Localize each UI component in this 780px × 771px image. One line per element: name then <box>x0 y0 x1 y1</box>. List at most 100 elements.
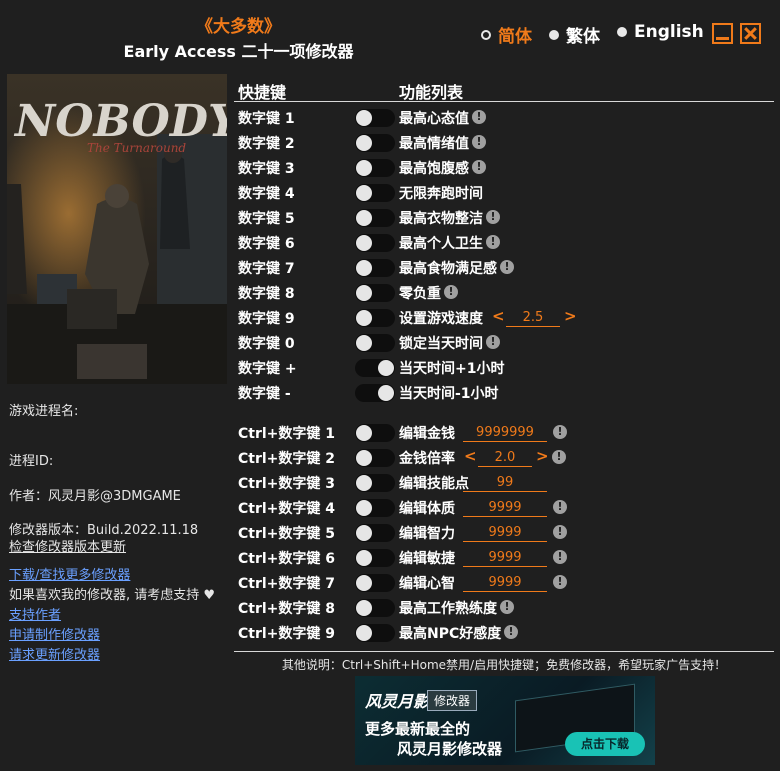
cheat-toggle[interactable] <box>355 624 395 642</box>
download-more-link[interactable]: 下载/查找更多修改器 <box>9 564 130 583</box>
value-input[interactable]: 2.0 <box>478 449 532 467</box>
info-icon[interactable]: ! <box>553 425 567 439</box>
value-input[interactable]: 9999 <box>463 499 547 517</box>
ad-headline: 更多最新最全的 <box>365 720 471 738</box>
cheat-row: Ctrl+数字键 7 编辑心智 9999! <box>238 571 778 595</box>
info-icon[interactable]: ! <box>553 550 567 564</box>
hotkey-label: 数字键 3 <box>238 161 295 177</box>
lang-english[interactable]: English <box>617 22 704 42</box>
toggle-knob <box>356 285 372 301</box>
value-input[interactable]: 9999 <box>463 524 547 542</box>
info-icon[interactable]: ! <box>486 235 500 249</box>
info-icon[interactable]: ! <box>553 500 567 514</box>
value-input[interactable]: 9999999 <box>463 424 547 442</box>
cheat-row: 数字键 2 最高情绪值! <box>238 131 778 155</box>
cheat-row: 数字键 8 零负重! <box>238 281 778 305</box>
toggle-knob <box>356 335 372 351</box>
cheat-row: 数字键 1 最高心态值! <box>238 106 778 130</box>
ad-logo: 风灵月影 <box>365 692 430 711</box>
cheat-function-label: 最高衣物整洁 <box>399 211 483 227</box>
cheat-toggle[interactable] <box>355 549 395 567</box>
cheat-toggle[interactable] <box>355 159 395 177</box>
toggle-knob <box>356 135 372 151</box>
hotkey-label: 数字键 9 <box>238 311 295 327</box>
value-input[interactable]: 9999 <box>463 574 547 592</box>
cheat-toggle[interactable] <box>355 359 395 377</box>
info-icon[interactable]: ! <box>486 335 500 349</box>
info-icon[interactable]: ! <box>472 135 486 149</box>
decrease-arrow-icon[interactable]: < <box>464 447 477 465</box>
cheat-function-label: 锁定当天时间 <box>399 336 483 352</box>
info-icon[interactable]: ! <box>500 260 514 274</box>
cheat-row: 数字键 + 当天时间+1小时 <box>238 356 778 380</box>
info-icon[interactable]: ! <box>552 450 566 464</box>
request-update-link[interactable]: 请求更新修改器 <box>9 644 100 663</box>
info-icon[interactable]: ! <box>472 160 486 174</box>
toggle-knob <box>356 575 372 591</box>
lang-simplified[interactable]: 简体 <box>481 22 532 47</box>
toggle-knob <box>356 425 372 441</box>
cheat-toggle[interactable] <box>355 449 395 467</box>
increase-arrow-icon[interactable]: > <box>564 307 577 325</box>
cheat-toggle[interactable] <box>355 109 395 127</box>
info-icon[interactable]: ! <box>444 285 458 299</box>
cheat-function-label: 编辑体质 <box>399 501 455 517</box>
ad-banner[interactable]: 风灵月影 修改器 更多最新最全的 风灵月影修改器 点击下载 <box>355 676 655 765</box>
cheat-toggle[interactable] <box>355 524 395 542</box>
cheat-toggle[interactable] <box>355 474 395 492</box>
radio-icon <box>617 27 627 37</box>
hotkey-label: 数字键 4 <box>238 186 295 202</box>
info-icon[interactable]: ! <box>472 110 486 124</box>
hotkey-label: 数字键 8 <box>238 286 295 302</box>
cheat-row: 数字键 4 无限奔跑时间 <box>238 181 778 205</box>
hotkey-label: 数字键 0 <box>238 336 295 352</box>
cheat-toggle[interactable] <box>355 499 395 517</box>
cheat-function-label: 编辑心智 <box>399 576 455 592</box>
cheat-toggle[interactable] <box>355 184 395 202</box>
cheat-function-label: 最高工作熟练度 <box>399 601 497 617</box>
value-input[interactable]: 9999 <box>463 549 547 567</box>
cheat-toggle[interactable] <box>355 234 395 252</box>
cheat-toggle[interactable] <box>355 209 395 227</box>
cheat-toggle[interactable] <box>355 259 395 277</box>
cheat-toggle[interactable] <box>355 284 395 302</box>
info-icon[interactable]: ! <box>500 600 514 614</box>
value-input[interactable]: 2.5 <box>506 309 560 327</box>
increase-arrow-icon[interactable]: > <box>536 447 549 465</box>
process-name-label: 游戏进程名: <box>9 404 79 419</box>
cheat-toggle[interactable] <box>355 574 395 592</box>
decrease-arrow-icon[interactable]: < <box>492 307 505 325</box>
close-icon[interactable] <box>740 23 761 44</box>
cheat-toggle[interactable] <box>355 309 395 327</box>
cheat-toggle[interactable] <box>355 424 395 442</box>
radio-icon <box>549 29 559 40</box>
cheat-function-label: 编辑技能点 <box>399 476 469 492</box>
hotkey-label: Ctrl+数字键 4 <box>238 501 336 517</box>
cheat-row: 数字键 5 最高衣物整洁! <box>238 206 778 230</box>
info-icon[interactable]: ! <box>553 525 567 539</box>
info-icon[interactable]: ! <box>486 210 500 224</box>
minimize-icon[interactable] <box>712 23 733 44</box>
cheat-function-label: 最高NPC好感度 <box>399 626 502 642</box>
cheat-toggle[interactable] <box>355 134 395 152</box>
cheat-row: Ctrl+数字键 6 编辑敏捷 9999! <box>238 546 778 570</box>
request-trainer-link[interactable]: 申请制作修改器 <box>9 624 100 643</box>
support-text-label: 如果喜欢我的修改器, 请考虑支持 <box>9 588 200 603</box>
support-author-link[interactable]: 支持作者 <box>9 604 61 623</box>
value-input[interactable]: 99 <box>463 474 547 492</box>
cheat-row: 数字键 7 最高食物满足感! <box>238 256 778 280</box>
toggle-knob <box>356 260 372 276</box>
info-icon[interactable]: ! <box>504 625 518 639</box>
toggle-knob <box>356 310 372 326</box>
toggle-knob <box>378 360 394 376</box>
cheat-toggle[interactable] <box>355 599 395 617</box>
toggle-knob <box>356 235 372 251</box>
cheat-function-label: 最高情绪值 <box>399 136 469 152</box>
info-icon[interactable]: ! <box>553 575 567 589</box>
check-update-link[interactable]: 检查修改器版本更新 <box>9 536 126 555</box>
lang-traditional[interactable]: 繁体 <box>549 22 600 47</box>
cheat-toggle[interactable] <box>355 384 395 402</box>
ad-headline-2: 风灵月影修改器 <box>397 740 503 758</box>
ad-download-button[interactable]: 点击下载 <box>565 732 645 756</box>
cheat-toggle[interactable] <box>355 334 395 352</box>
